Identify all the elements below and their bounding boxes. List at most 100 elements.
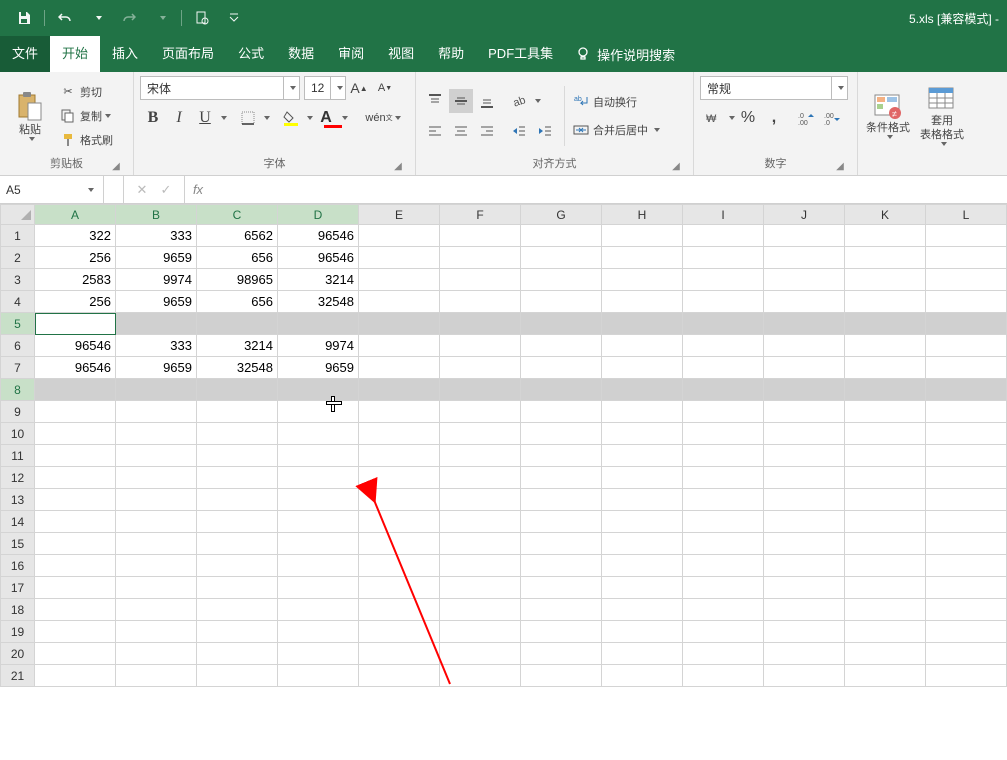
cell[interactable] — [521, 269, 602, 291]
cell[interactable] — [764, 335, 845, 357]
comma-button[interactable]: , — [762, 106, 786, 130]
cell[interactable] — [926, 247, 1007, 269]
row-header[interactable]: 20 — [1, 643, 35, 665]
cell[interactable] — [683, 489, 764, 511]
row-header[interactable]: 3 — [1, 269, 35, 291]
cell[interactable] — [683, 357, 764, 379]
cell[interactable] — [764, 577, 845, 599]
cell[interactable] — [683, 555, 764, 577]
cell[interactable]: 32548 — [278, 291, 359, 313]
cell[interactable] — [845, 621, 926, 643]
cell[interactable] — [35, 511, 116, 533]
cell[interactable] — [197, 423, 278, 445]
cell[interactable] — [602, 665, 683, 687]
tab-pdf[interactable]: PDF工具集 — [476, 36, 565, 72]
cell[interactable]: 96546 — [278, 247, 359, 269]
cell[interactable] — [35, 423, 116, 445]
cell[interactable]: 333 — [116, 225, 197, 247]
cell[interactable] — [683, 335, 764, 357]
cell[interactable] — [359, 621, 440, 643]
cell[interactable] — [116, 665, 197, 687]
cell[interactable]: 9659 — [278, 357, 359, 379]
cell[interactable] — [845, 511, 926, 533]
font-launcher-icon[interactable]: ◢ — [391, 159, 405, 173]
cell[interactable] — [35, 577, 116, 599]
cell[interactable] — [521, 533, 602, 555]
worksheet-area[interactable]: ABCDEFGHIJKL1322333656296546225696596569… — [0, 204, 1007, 760]
cell[interactable] — [278, 511, 359, 533]
cell[interactable] — [35, 313, 116, 335]
cell[interactable] — [764, 489, 845, 511]
cell[interactable] — [35, 643, 116, 665]
row-header[interactable]: 5 — [1, 313, 35, 335]
cell[interactable] — [683, 313, 764, 335]
cell[interactable] — [359, 379, 440, 401]
cell[interactable] — [521, 313, 602, 335]
cell[interactable] — [602, 511, 683, 533]
cell[interactable] — [278, 401, 359, 423]
cell[interactable]: 9974 — [278, 335, 359, 357]
increase-decimal-icon[interactable]: .0.00 — [794, 106, 818, 130]
cell[interactable] — [440, 489, 521, 511]
cell[interactable] — [440, 621, 521, 643]
cell[interactable] — [359, 467, 440, 489]
column-header[interactable]: J — [764, 205, 845, 225]
row-header[interactable]: 14 — [1, 511, 35, 533]
cell[interactable] — [845, 533, 926, 555]
row-header[interactable]: 8 — [1, 379, 35, 401]
cell[interactable] — [764, 599, 845, 621]
name-box[interactable] — [0, 176, 104, 203]
cell[interactable] — [845, 665, 926, 687]
cell[interactable] — [359, 533, 440, 555]
align-middle-icon[interactable] — [449, 89, 473, 113]
cell[interactable] — [197, 555, 278, 577]
cell[interactable] — [845, 555, 926, 577]
cell[interactable] — [683, 467, 764, 489]
phonetic-button[interactable]: wén文 — [367, 106, 391, 130]
cell[interactable] — [116, 423, 197, 445]
row-header[interactable]: 2 — [1, 247, 35, 269]
cell[interactable] — [845, 423, 926, 445]
cell[interactable]: 322 — [35, 225, 116, 247]
cell[interactable] — [440, 643, 521, 665]
cell[interactable] — [35, 489, 116, 511]
cell[interactable] — [602, 467, 683, 489]
cell[interactable] — [926, 269, 1007, 291]
cell[interactable] — [602, 555, 683, 577]
cell[interactable] — [602, 599, 683, 621]
cell[interactable]: 9659 — [116, 247, 197, 269]
cell[interactable] — [602, 533, 683, 555]
cell[interactable]: 96546 — [278, 225, 359, 247]
cell[interactable] — [521, 511, 602, 533]
format-painter-button[interactable]: 格式刷 — [58, 129, 115, 151]
redo-more-icon[interactable] — [149, 6, 173, 30]
font-name-combo[interactable]: 宋体 — [140, 76, 300, 100]
cell[interactable]: 3214 — [278, 269, 359, 291]
cell[interactable] — [683, 379, 764, 401]
cell[interactable] — [683, 665, 764, 687]
customize-qa-icon[interactable] — [222, 6, 246, 30]
cell[interactable] — [602, 423, 683, 445]
format-as-table-button[interactable]: 套用 表格格式 — [912, 84, 972, 148]
percent-button[interactable]: % — [736, 106, 760, 130]
column-header[interactable]: I — [683, 205, 764, 225]
cell[interactable] — [764, 445, 845, 467]
cell[interactable] — [116, 533, 197, 555]
cell[interactable] — [602, 489, 683, 511]
cell[interactable] — [521, 643, 602, 665]
cell[interactable] — [764, 533, 845, 555]
cell[interactable] — [683, 577, 764, 599]
cell[interactable] — [602, 643, 683, 665]
cell[interactable] — [116, 467, 197, 489]
align-center-icon[interactable] — [449, 119, 473, 143]
cell[interactable] — [35, 533, 116, 555]
cell[interactable] — [359, 423, 440, 445]
cell[interactable]: 9974 — [116, 269, 197, 291]
cell[interactable] — [764, 423, 845, 445]
cell[interactable] — [764, 643, 845, 665]
cell[interactable] — [521, 225, 602, 247]
cell[interactable] — [440, 269, 521, 291]
cell[interactable] — [116, 313, 197, 335]
cell[interactable] — [845, 643, 926, 665]
cell[interactable] — [278, 445, 359, 467]
